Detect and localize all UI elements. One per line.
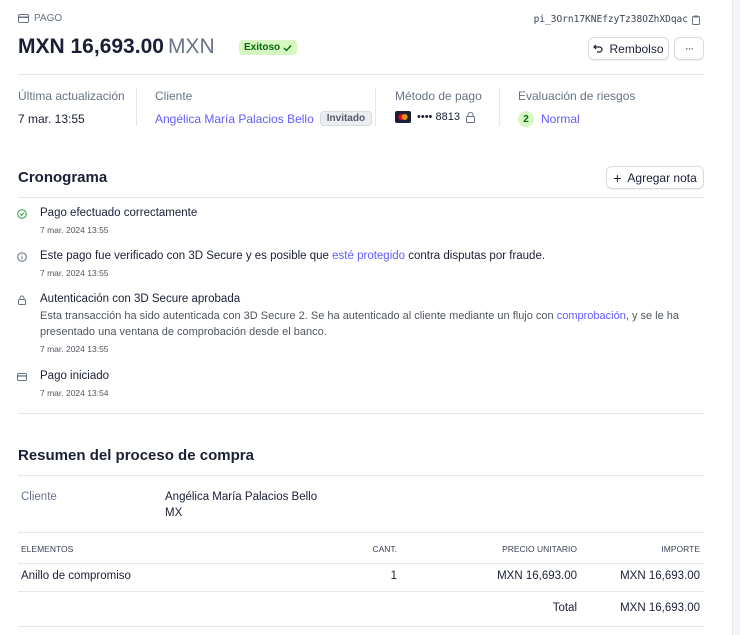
timeline-text: presentado una ventana de comprobación d…	[40, 326, 327, 338]
check-icon	[283, 44, 292, 52]
timeline-end-divider	[18, 413, 704, 414]
updated-value: 7 mar. 13:55	[18, 112, 85, 126]
card-icon	[18, 14, 29, 23]
client-label: Cliente	[155, 89, 193, 103]
payment-amount-row: MXN 16,693.00 MXN	[18, 35, 215, 59]
timeline-event-title: Pago efectuado correctamente	[40, 207, 198, 219]
timeline-text: , y se le ha	[625, 310, 680, 322]
timeline-event-date: 7 mar. 2024 13:55	[40, 268, 109, 278]
more-options-button[interactable]: ···	[674, 37, 704, 60]
summary-updated: Última actualización 7 mar. 13:55	[18, 89, 125, 126]
page-bottom-divider	[18, 626, 704, 627]
items-header-name: ELEMENTOS	[21, 544, 74, 554]
timeline-divider	[18, 197, 704, 198]
payment-label: PAGO	[18, 13, 62, 24]
items-header-divider	[18, 563, 704, 564]
card-icon	[17, 373, 27, 381]
items-header-qty: CANT.	[372, 544, 397, 554]
scrollbar-track[interactable]	[732, 0, 740, 635]
risk-value-row: 2 Normal	[518, 111, 635, 127]
items-header-unit: PRECIO UNITARIO	[502, 544, 577, 554]
timeline-text: Esta transacción ha sido autenticada con…	[40, 310, 557, 322]
risk-score-badge: 2	[518, 111, 534, 127]
timeline-event-date: 7 mar. 2024 13:54	[40, 388, 109, 398]
timeline-event-title: Pago iniciado	[40, 370, 110, 382]
lock-icon	[18, 295, 26, 305]
undo-arrow-icon	[593, 44, 604, 53]
checkout-client-country: MX	[165, 507, 183, 519]
timeline-text: Este pago fue verificado con 3D Secure y…	[40, 250, 333, 262]
summary-divider-3	[499, 88, 500, 126]
mastercard-icon	[395, 111, 411, 123]
timeline-event-date: 7 mar. 2024 13:55	[40, 225, 109, 235]
copy-icon[interactable]	[692, 15, 700, 25]
method-label: Método de pago	[395, 89, 482, 103]
timeline-text: contra disputas por fraude.	[405, 250, 546, 262]
checkout-client-name: Angélica María Palacios Bello	[165, 491, 318, 503]
refund-button-label: Rembolso	[609, 41, 664, 56]
card-last4: •••• 8813	[417, 111, 460, 123]
status-badge-label: Exitoso	[244, 42, 281, 53]
status-badge: Exitoso	[239, 40, 298, 55]
timeline-event-title: Autenticación con 3D Secure aprobada	[40, 293, 241, 305]
guest-badge: Invitado	[319, 111, 373, 126]
method-value-row: •••• 8813	[395, 111, 482, 123]
items-header-total: IMPORTE	[661, 544, 700, 554]
risk-label: Evaluación de riesgos	[518, 89, 636, 103]
summary-divider-1	[136, 88, 137, 126]
summary-risk: Evaluación de riesgos 2 Normal	[518, 89, 635, 127]
timeline-event-body: Esta transacción ha sido autenticada con…	[40, 308, 690, 340]
checkout-divider	[18, 475, 704, 476]
payment-type-label: PAGO	[34, 13, 63, 24]
info-icon	[17, 252, 27, 262]
check-circle-icon	[17, 209, 27, 219]
plus-icon: +	[613, 169, 622, 186]
checkout-title: Resumen del proceso de compra	[18, 447, 254, 464]
timeline-title: Cronograma	[18, 169, 108, 186]
summary-divider-2	[375, 88, 376, 126]
summary-method: Método de pago •••• 8813	[395, 89, 482, 123]
summary-client: Cliente Angélica María Palacios Bello In…	[155, 89, 373, 126]
items-bottom-divider	[18, 591, 704, 592]
challenge-link[interactable]: comprobación	[557, 310, 626, 322]
total-value: MXN 16,693.00	[620, 602, 700, 614]
item-name: Anillo de compromiso	[21, 570, 131, 582]
total-label: Total	[552, 602, 577, 614]
timeline-event-date: 7 mar. 2024 13:55	[40, 344, 109, 354]
items-top-divider	[18, 532, 704, 533]
protected-link[interactable]: esté protegido	[332, 250, 405, 262]
item-unit-price: MXN 16,693.00	[497, 570, 577, 582]
lock-icon	[465, 111, 475, 123]
risk-level-link[interactable]: Normal	[541, 112, 580, 126]
header-divider	[18, 74, 704, 75]
add-note-button[interactable]: + Agregar nota	[606, 166, 704, 189]
payment-id[interactable]: pi_3Orn17KNEfzyTz38OZhXDqac	[534, 14, 700, 25]
item-qty: 1	[390, 570, 397, 582]
item-total: MXN 16,693.00	[620, 570, 700, 582]
payment-currency: MXN	[167, 35, 215, 58]
more-dots-icon: ···	[685, 42, 694, 55]
add-note-label: Agregar nota	[627, 170, 697, 185]
payment-id-text: pi_3Orn17KNEfzyTz38OZhXDqac	[533, 14, 688, 25]
refund-button[interactable]: Rembolso	[588, 37, 669, 60]
client-name-link[interactable]: Angélica María Palacios Bello	[155, 112, 314, 126]
timeline-event-title: Este pago fue verificado con 3D Secure y…	[40, 250, 545, 262]
client-value-row: Angélica María Palacios Bello Invitado	[155, 111, 373, 126]
item-row: Anillo de compromiso 1 MXN 16,693.00 MXN…	[0, 570, 740, 588]
checkout-client-label: Cliente	[21, 491, 57, 503]
updated-label: Última actualización	[18, 89, 125, 103]
payment-amount: MXN 16,693.00	[18, 35, 164, 58]
